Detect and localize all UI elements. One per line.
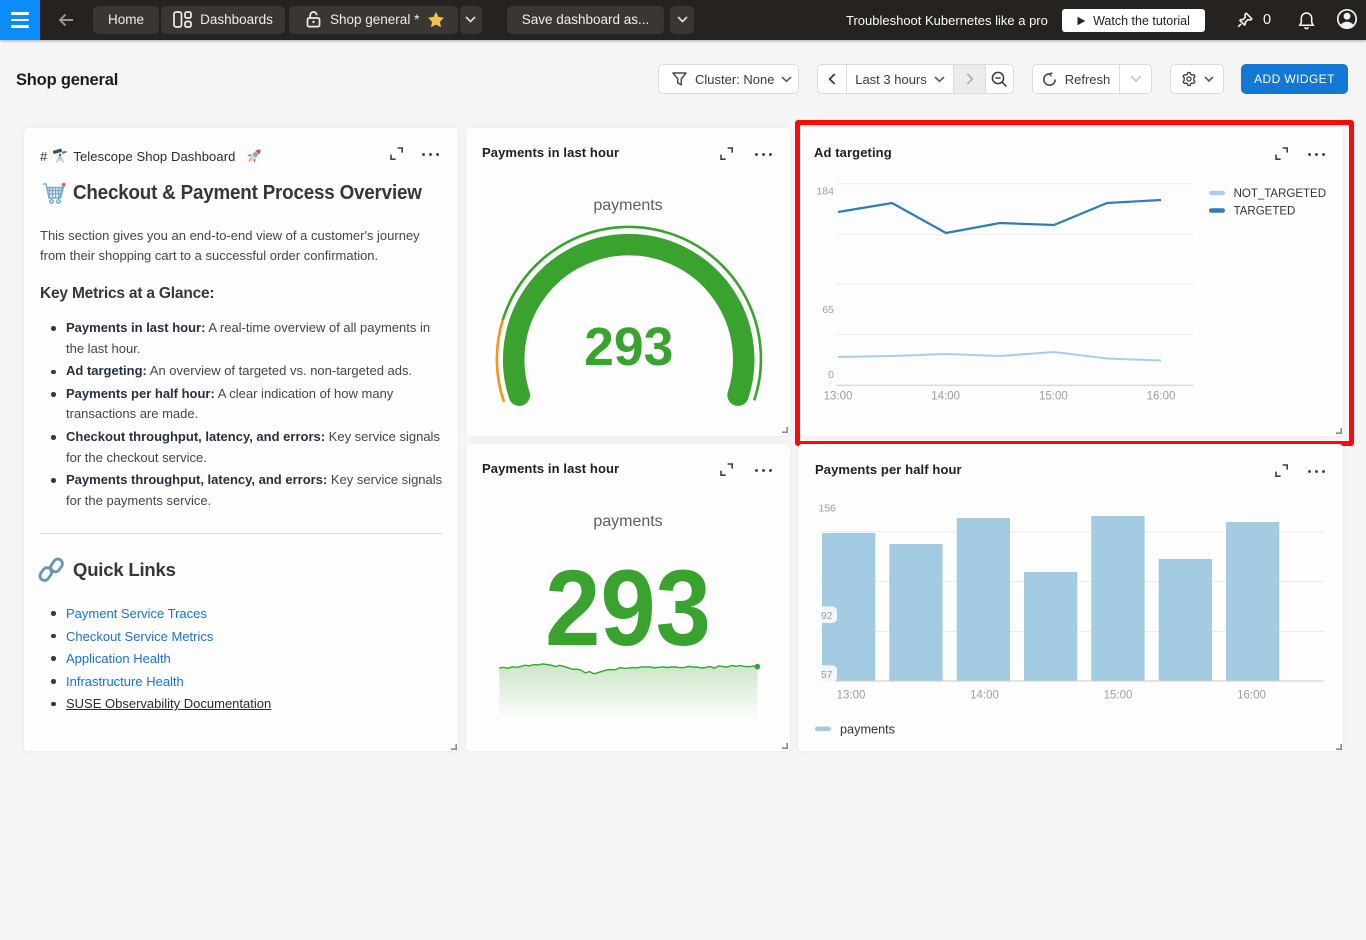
- svg-text:15:00: 15:00: [1104, 689, 1133, 701]
- svg-text:14:00: 14:00: [970, 689, 999, 701]
- svg-text:92: 92: [821, 610, 833, 622]
- svg-text:57: 57: [821, 669, 833, 681]
- svg-text:293: 293: [584, 318, 673, 377]
- svg-text:13:00: 13:00: [837, 689, 866, 701]
- svg-text:293: 293: [545, 547, 711, 668]
- svg-text:payments: payments: [840, 722, 895, 736]
- svg-text:16:00: 16:00: [1237, 689, 1266, 701]
- svg-text:156: 156: [818, 502, 836, 514]
